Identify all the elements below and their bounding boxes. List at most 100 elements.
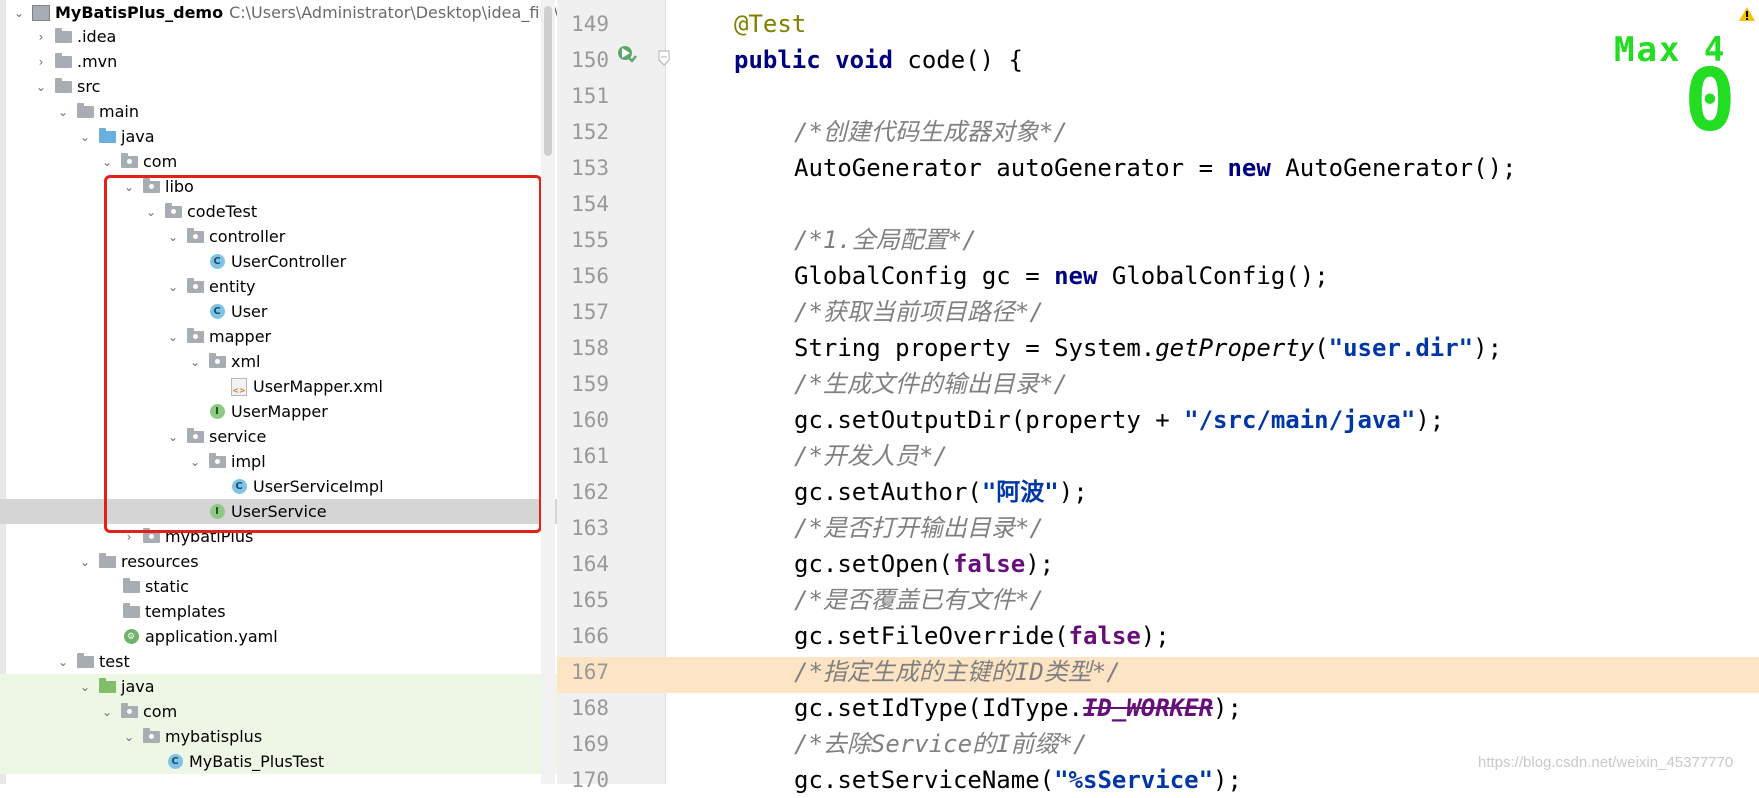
- tree-row-controller[interactable]: ⌄ controller: [0, 224, 557, 249]
- chevron-down-icon[interactable]: ⌄: [78, 680, 92, 694]
- line-number: 169: [571, 732, 609, 756]
- code-line: AutoGenerator autoGenerator = new AutoGe…: [794, 154, 1517, 182]
- interface-icon: I: [208, 404, 226, 419]
- tree-row-mybatis-plustest[interactable]: C MyBatis_PlusTest: [0, 749, 557, 774]
- package-icon: [186, 227, 204, 244]
- tree-item-label: com: [143, 702, 178, 721]
- tree-scrollbar-thumb[interactable]: [544, 6, 552, 156]
- line-number: 152: [571, 120, 609, 144]
- tree-row-mapper[interactable]: ⌄ mapper: [0, 324, 557, 349]
- tree-item-label: .mvn: [77, 52, 118, 71]
- code-line: /*是否打开输出目录*/: [794, 514, 1044, 542]
- tree-row-usercontroller[interactable]: C UserController: [0, 249, 557, 274]
- tree-item-label: com: [143, 152, 178, 171]
- tree-row-service[interactable]: ⌄ service: [0, 424, 557, 449]
- tree-row-application-yaml[interactable]: ⚙ application.yaml: [0, 624, 557, 649]
- project-root-name: MyBatisPlus_demo: [55, 3, 224, 22]
- run-test-icon[interactable]: [617, 44, 637, 64]
- tree-row-java[interactable]: ⌄ java: [0, 124, 557, 149]
- tree-row-templates[interactable]: templates: [0, 599, 557, 624]
- chevron-down-icon[interactable]: ⌄: [12, 6, 26, 20]
- chevron-down-icon[interactable]: ⌄: [188, 455, 202, 469]
- tree-row-root[interactable]: ⌄ MyBatisPlus_demo C:\Users\Administrato…: [0, 0, 557, 25]
- chevron-down-icon[interactable]: ⌄: [122, 730, 136, 744]
- tree-row-user[interactable]: C User: [0, 299, 557, 324]
- tree-row-test-java[interactable]: ⌄ java: [0, 674, 557, 699]
- chevron-down-icon[interactable]: ⌄: [188, 355, 202, 369]
- code-line: /*获取当前项目路径*/: [794, 298, 1044, 326]
- tree-item-label: libo: [165, 177, 194, 196]
- tree-row-mybatiplus[interactable]: › mybatiPlus: [0, 524, 557, 549]
- interface-icon: I: [208, 504, 226, 519]
- chevron-down-icon[interactable]: ⌄: [78, 555, 92, 569]
- tree-item-label: entity: [209, 277, 256, 296]
- line-number: 158: [571, 336, 609, 360]
- line-number: 163: [571, 516, 609, 540]
- code-line: gc.setFileOverride(false);: [794, 622, 1170, 650]
- tree-row-idea[interactable]: › .idea: [0, 24, 557, 49]
- tree-row-codetest[interactable]: ⌄ codeTest: [0, 199, 557, 224]
- tree-item-label: mapper: [209, 327, 272, 346]
- chevron-down-icon[interactable]: ⌄: [166, 230, 180, 244]
- tree-item-label: UserMapper: [231, 402, 328, 421]
- code-line: GlobalConfig gc = new GlobalConfig();: [794, 262, 1329, 290]
- yaml-file-icon: ⚙: [122, 629, 140, 644]
- chevron-down-icon[interactable]: ⌄: [100, 705, 114, 719]
- tree-item-label: static: [145, 577, 189, 596]
- folder-icon: [122, 577, 140, 594]
- tree-scrollbar[interactable]: [541, 0, 555, 784]
- tree-row-test-com[interactable]: ⌄ com: [0, 699, 557, 724]
- project-tree-panel: ⌄ MyBatisPlus_demo C:\Users\Administrato…: [0, 0, 558, 784]
- chevron-down-icon[interactable]: ⌄: [166, 330, 180, 344]
- chevron-down-icon[interactable]: ⌄: [56, 655, 70, 669]
- tree-row-test-mybatisplus[interactable]: ⌄ mybatisplus: [0, 724, 557, 749]
- code-line: gc.setIdType(IdType.ID_WORKER);: [794, 694, 1242, 722]
- tree-row-static[interactable]: static: [0, 574, 557, 599]
- tree-item-label: UserService: [231, 502, 327, 521]
- chevron-down-icon[interactable]: ⌄: [144, 205, 158, 219]
- chevron-down-icon[interactable]: ⌄: [56, 105, 70, 119]
- watermark: https://blog.csdn.net/weixin_45377770: [1478, 754, 1734, 771]
- source-folder-icon: [98, 127, 116, 144]
- package-icon: [208, 352, 226, 369]
- folder-icon: [76, 102, 94, 119]
- tree-item-label: MyBatis_PlusTest: [189, 752, 325, 771]
- tree-row-com[interactable]: ⌄ com: [0, 149, 557, 174]
- tree-row-userserviceimpl[interactable]: C UserServiceImpl: [0, 474, 557, 499]
- chevron-down-icon[interactable]: ⌄: [100, 155, 114, 169]
- tree-item-label: UserController: [231, 252, 347, 271]
- tree-row-usermapper[interactable]: I UserMapper: [0, 399, 557, 424]
- line-number: 160: [571, 408, 609, 432]
- line-number: 154: [571, 192, 609, 216]
- chevron-down-icon[interactable]: ⌄: [166, 280, 180, 294]
- line-number: 151: [571, 84, 609, 108]
- tree-row-test[interactable]: ⌄ test: [0, 649, 557, 674]
- line-number: 156: [571, 264, 609, 288]
- chevron-right-icon[interactable]: ›: [34, 30, 48, 44]
- tree-row-mvn[interactable]: › .mvn: [0, 49, 557, 74]
- chevron-down-icon[interactable]: ⌄: [34, 80, 48, 94]
- test-folder-icon: [98, 677, 116, 694]
- code-line: /*1.全局配置*/: [794, 226, 977, 254]
- chevron-right-icon[interactable]: ›: [34, 55, 48, 69]
- chevron-down-icon[interactable]: ⌄: [122, 180, 136, 194]
- tree-item-label: templates: [145, 602, 226, 621]
- chevron-down-icon[interactable]: ⌄: [78, 130, 92, 144]
- tree-row-userservice[interactable]: I UserService: [0, 499, 557, 524]
- tree-row-usermapper-xml[interactable]: <> UserMapper.xml: [0, 374, 557, 399]
- chevron-down-icon[interactable]: ⌄: [166, 430, 180, 444]
- code-line: gc.setAuthor("阿波");: [794, 478, 1088, 506]
- package-icon: [164, 202, 182, 219]
- tree-row-xml[interactable]: ⌄ xml: [0, 349, 557, 374]
- tree-row-libo[interactable]: ⌄ libo: [0, 174, 557, 199]
- code-line: /*创建代码生成器对象*/: [794, 118, 1068, 146]
- chevron-right-icon[interactable]: ›: [122, 530, 136, 544]
- package-icon: [186, 327, 204, 344]
- tree-row-main[interactable]: ⌄ main: [0, 99, 557, 124]
- tree-row-impl[interactable]: ⌄ impl: [0, 449, 557, 474]
- tree-row-entity[interactable]: ⌄ entity: [0, 274, 557, 299]
- project-root-path: C:\Users\Administrator\Desktop\idea_file…: [229, 3, 557, 22]
- tree-item-label: main: [99, 102, 139, 121]
- tree-row-src[interactable]: ⌄ src: [0, 74, 557, 99]
- tree-row-resources[interactable]: ⌄ resources: [0, 549, 557, 574]
